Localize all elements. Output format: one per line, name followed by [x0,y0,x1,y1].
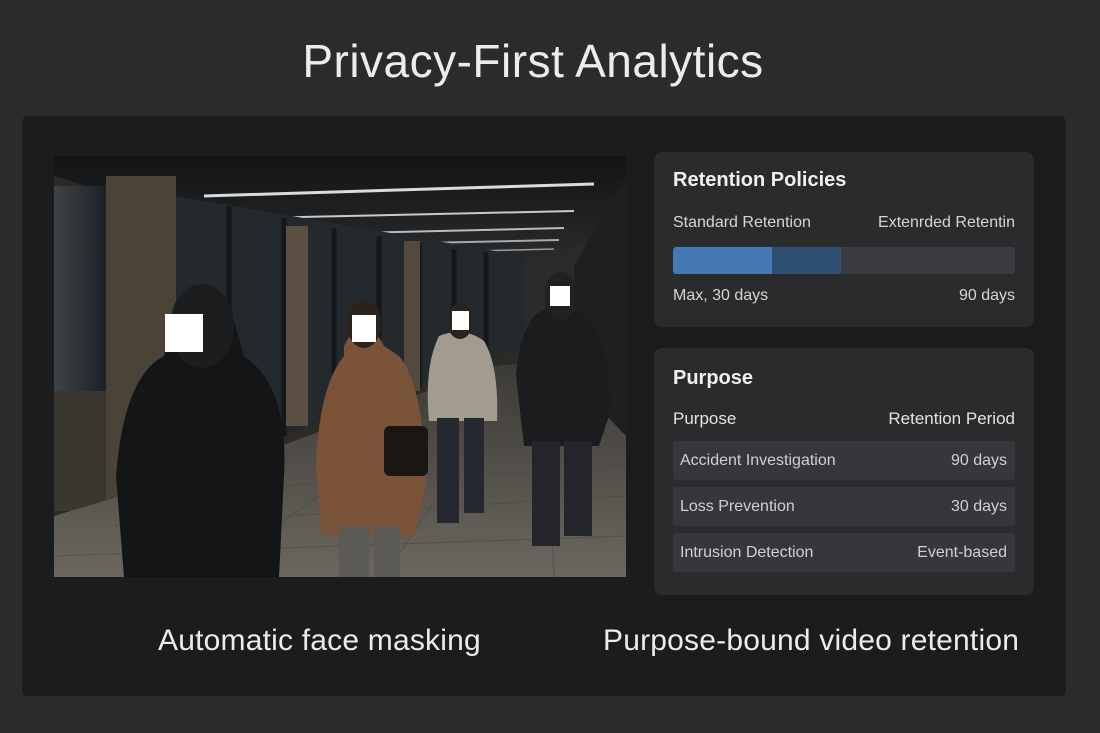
column-header-retention-period: Retention Period [888,409,1015,428]
retention-bar[interactable] [673,247,1015,274]
face-mask-3 [452,311,469,330]
retention-min-label: Max, 30 days [673,287,769,304]
standard-retention-label: Standard Retention [673,214,811,231]
retention-max-label: 90 days [958,287,1015,304]
purpose-cell: Accident Investigation [680,452,836,469]
retention-bar-extended [772,247,841,274]
purpose-table-header: Purpose Retention Period [673,409,1015,433]
period-cell: Event-based [917,544,1007,561]
column-header-purpose: Purpose [673,409,737,428]
table-row[interactable]: Loss Prevention 30 days [673,487,1015,526]
face-mask-2 [352,315,376,342]
retention-bar-standard [673,247,773,274]
period-cell: 30 days [950,498,1007,515]
retention-caption: Purpose-bound video retention [603,624,1020,657]
retention-title: Retention Policies [673,169,847,191]
purpose-cell: Intrusion Detection [680,544,814,561]
purpose-cell: Loss Prevention [680,498,795,515]
purpose-panel: Purpose Purpose Retention Period Acciden… [654,348,1034,595]
face-masking-caption: Automatic face masking [158,624,481,657]
face-mask-4 [550,286,570,306]
extended-retention-label: Extenrded Retentin [878,214,1015,231]
face-mask-1 [165,314,203,352]
main-card: Retention Policies Standard Retention Ex… [22,116,1066,696]
page-title: Privacy-First Analytics [302,35,764,87]
table-row[interactable]: Accident Investigation 90 days [673,441,1015,480]
period-cell: 90 days [950,452,1007,469]
table-row[interactable]: Intrusion Detection Event-based [673,533,1015,572]
purpose-title: Purpose [673,367,754,389]
retention-panel: Retention Policies Standard Retention Ex… [654,152,1034,327]
corridor-scene [54,156,626,577]
camera-feed[interactable] [54,156,626,577]
